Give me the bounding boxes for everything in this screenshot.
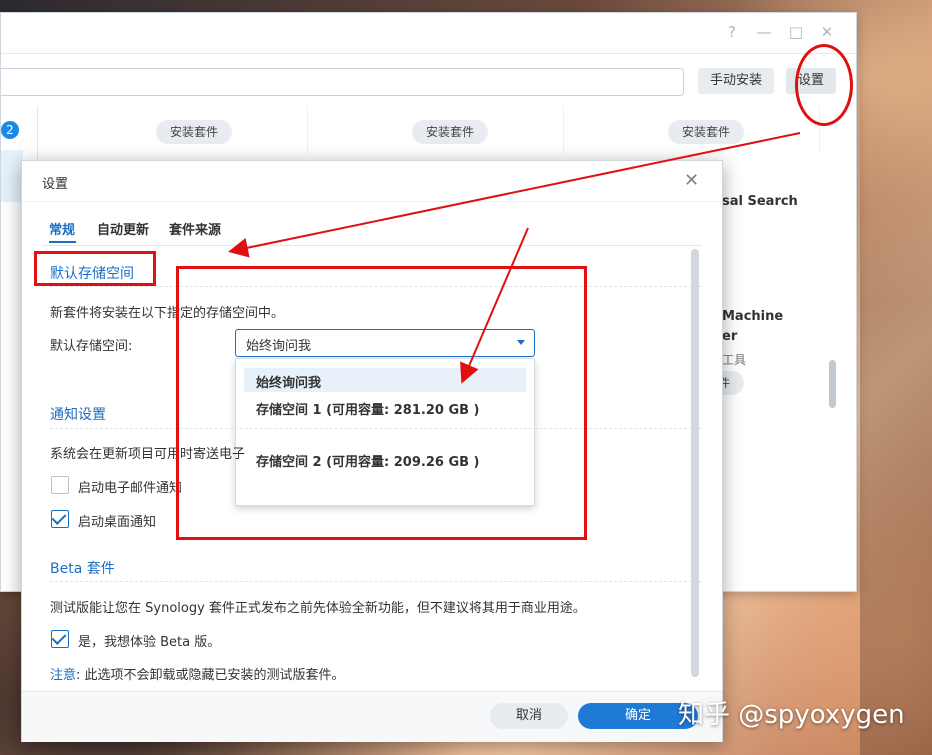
install-package-button[interactable]: 安装套件 [668, 120, 745, 144]
tab-package-sources[interactable]: 套件来源 [169, 219, 221, 238]
dialog-scrollbar[interactable] [691, 249, 699, 677]
close-icon[interactable]: ✕ [818, 23, 836, 41]
desktop-notify-checkbox[interactable] [51, 510, 69, 528]
beta-checkbox-label: 是，我想体验 Beta 版。 [78, 635, 221, 650]
package-card: 安装套件 [51, 106, 308, 154]
beta-checkbox[interactable] [51, 630, 69, 648]
install-package-button[interactable]: 安装套件 [412, 120, 489, 144]
section-title-beta: Beta 套件 [50, 561, 115, 577]
tab-auto-update[interactable]: 自动更新 [97, 219, 149, 238]
window-titlebar: ? — □ ✕ [1, 13, 856, 54]
package-toolbar: 手动安装 设置 [1, 54, 856, 106]
help-icon[interactable]: ? [723, 23, 741, 41]
install-package-button[interactable]: 安装套件 [156, 120, 233, 144]
wallpaper-streak [860, 0, 932, 755]
email-notify-checkbox[interactable] [51, 476, 69, 494]
check-icon [51, 630, 67, 645]
maximize-icon[interactable]: □ [787, 23, 805, 41]
desktop-notify-label: 启动桌面通知 [78, 515, 157, 530]
package-subtitle: 工具 [722, 353, 747, 367]
sidebar-item-selected[interactable] [1, 150, 23, 202]
package-card-partial: sal Search Machine er 工具 件 [707, 166, 820, 416]
package-card: 安装套件 [307, 106, 564, 154]
annotation-box-heading [34, 251, 156, 286]
dialog-title: 设置 [42, 177, 69, 192]
divider [22, 201, 722, 202]
beta-note: 注意: 此选项不会卸载或隐藏已安装的测试版套件。 [50, 664, 345, 683]
email-notify-label: 启动电子邮件通知 [78, 481, 183, 496]
package-title: Machine [722, 309, 784, 324]
package-title: sal Search [722, 194, 798, 209]
watermark: 知乎 @spyoxygen [678, 700, 905, 730]
manual-install-button[interactable]: 手动安装 [698, 68, 775, 94]
package-card: 安装套件 [563, 106, 820, 154]
note-prefix: 注意 [50, 668, 77, 683]
storage-label: 默认存储空间: [50, 339, 133, 354]
cancel-button[interactable]: 取消 [490, 703, 568, 729]
section-title-notify: 通知设置 [50, 407, 106, 423]
annotation-circle [795, 44, 853, 126]
search-input[interactable] [1, 68, 684, 96]
annotation-box-dropdown [176, 266, 587, 540]
update-count-badge: 2 [1, 121, 19, 139]
active-tab-indicator [49, 241, 76, 243]
divider [42, 245, 702, 246]
check-icon [51, 510, 67, 525]
divider [50, 581, 702, 582]
note-text: : 此选项不会卸载或隐藏已安装的测试版套件。 [76, 668, 345, 683]
minimize-icon[interactable]: — [755, 23, 773, 41]
tab-general[interactable]: 常规 [49, 219, 75, 238]
dialog-close-icon[interactable]: ✕ [684, 170, 699, 191]
package-title-line2: er [722, 329, 738, 344]
beta-description: 测试版能让您在 Synology 套件正式发布之前先体验全新功能，但不建议将其用… [50, 601, 586, 616]
list-scrollbar[interactable] [829, 360, 836, 408]
